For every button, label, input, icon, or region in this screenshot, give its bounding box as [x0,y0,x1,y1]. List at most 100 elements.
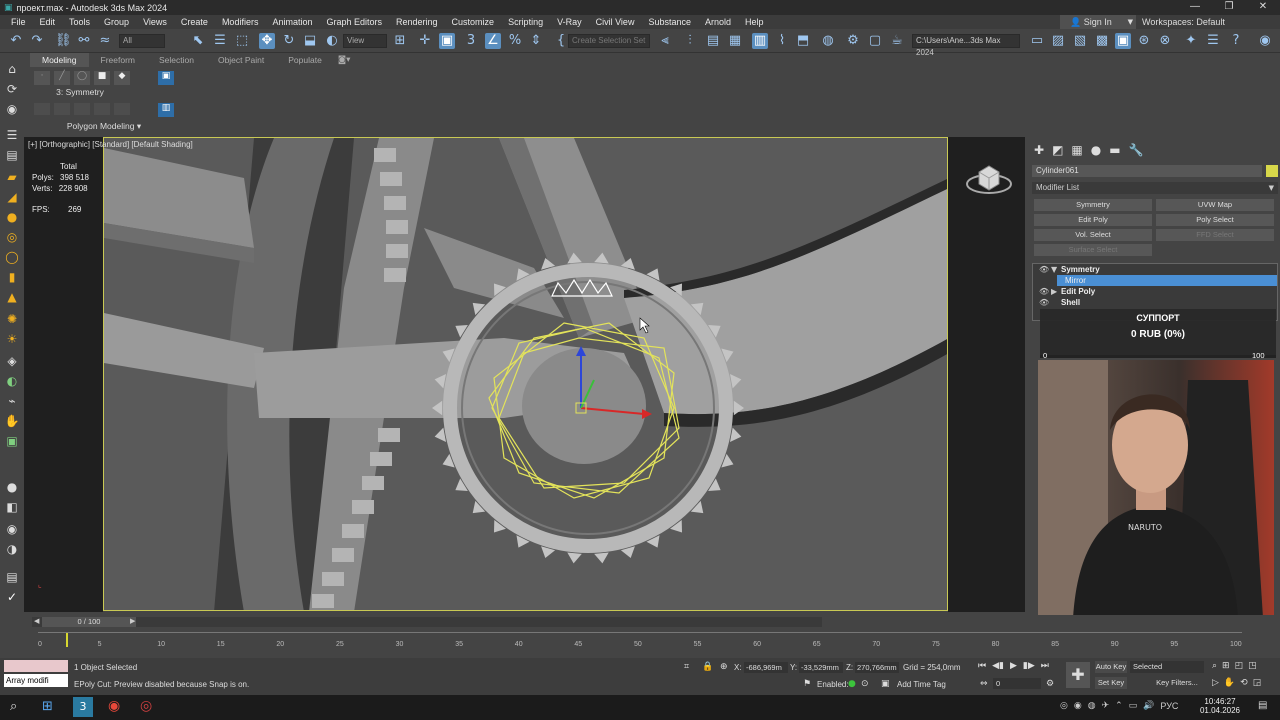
environment-icon[interactable]: ◑ [4,541,20,557]
render-setup-icon[interactable]: ⚙ [845,33,861,49]
ffd-select-button[interactable]: FFD Select [1156,229,1274,241]
helper-icon[interactable]: ✋ [4,413,20,429]
menu-edit[interactable]: Edit [33,17,63,27]
surface-select-button[interactable]: Surface Select [1034,244,1152,256]
border-icon[interactable]: ◯ [74,71,90,85]
select-manipulate-icon[interactable]: ✛ [417,33,433,49]
named-selection-set-dropdown[interactable]: Create Selection Set [568,34,650,48]
spline-icon[interactable]: ⌁ [4,393,20,409]
maxscript-mini-listener[interactable]: Array modifi [4,674,68,687]
maximize-viewport-icon[interactable]: ◲ [1253,678,1262,688]
stack-item-shell[interactable]: 👁 Shell [1033,297,1277,308]
object-color-swatch[interactable] [1266,165,1278,177]
ribbon-active-icon[interactable]: ▣ [158,71,174,85]
vol-select-button[interactable]: Vol. Select [1034,229,1152,241]
orbit-nav-icon[interactable]: ⟲ [1240,678,1248,688]
undo-icon[interactable]: ↶ [8,33,24,49]
create-tab-icon[interactable]: ✚ [1034,143,1044,157]
vray-render-icon[interactable]: ⊗ [1157,33,1173,49]
arnold-render-icon[interactable]: ✦ [1183,33,1199,49]
vray-logo-icon[interactable]: ✓ [4,589,20,605]
tab-selection[interactable]: Selection [147,53,206,67]
layer-explorer-icon[interactable]: ▦ [727,33,743,49]
sphere-icon[interactable]: ● [4,209,20,225]
reference-coord-dropdown[interactable]: View [343,34,387,48]
time-configuration-icon[interactable]: ⚙ [1046,679,1054,689]
paint-icon[interactable]: ◈ [4,353,20,369]
tray-app-icon[interactable]: ◎ [1060,701,1068,711]
selection-lock-icon[interactable]: ⊙ [861,679,869,689]
pivot-center-icon[interactable]: ⊞ [392,33,408,49]
time-tag-icon[interactable]: ⚑ [803,679,811,689]
scene-explorer-icon[interactable]: ▤ [705,33,721,49]
material-editor-icon[interactable]: ◍ [820,33,836,49]
menu-arnold[interactable]: Arnold [698,17,738,27]
menu-modifiers[interactable]: Modifiers [215,17,266,27]
vray-frame-icon[interactable]: ▩ [1094,33,1110,49]
shape-icon[interactable]: ◐ [4,373,20,389]
light-icon[interactable]: ✺ [4,311,20,327]
material-sphere-icon[interactable]: ● [4,479,20,495]
pan-icon[interactable]: ✋ [1224,678,1235,688]
move-icon[interactable]: ✥ [259,33,275,49]
z-coordinate-field[interactable]: 270,766mm [855,662,899,673]
next-modifier-icon[interactable] [74,103,90,115]
menu-substance[interactable]: Substance [641,17,698,27]
hierarchy-tab-icon[interactable]: ▦ [1071,143,1082,157]
layers-icon[interactable]: ☰ [4,127,20,143]
unlink-icon[interactable]: ⚯ [76,33,92,49]
render-production-icon[interactable]: ☕ [889,33,905,49]
redo-icon[interactable]: ↷ [29,33,45,49]
align-icon[interactable]: ⫶ [682,33,698,49]
key-filters-button[interactable]: Key Filters... [1150,677,1204,689]
expand-icon[interactable]: ▶ [1051,286,1057,297]
zoom-all-icon[interactable]: ⊞ [1222,661,1230,671]
viewport-label[interactable]: [+] [Orthographic] [Standard] [Default S… [28,140,193,149]
menu-vray[interactable]: V-Ray [550,17,589,27]
network-icon[interactable]: ▭ [1129,701,1138,711]
adaptive-degradation-icon[interactable]: ● [848,679,856,689]
absolute-mode-icon[interactable]: ⊕ [720,662,728,672]
tray-telegram-icon[interactable]: ✈ [1102,701,1110,711]
rect-selection-icon[interactable]: ⬚ [234,33,250,49]
tab-populate[interactable]: Populate [276,53,334,67]
utilities-icon[interactable]: ▤ [4,569,20,585]
help-icon[interactable]: ? [1228,33,1244,49]
language-indicator[interactable]: РУС [1160,701,1178,711]
edit-named-selection-icon[interactable]: { [553,33,569,49]
ribbon-toggle-icon[interactable]: ▥ [752,33,768,49]
tab-freeform[interactable]: Freeform [89,53,147,67]
current-frame-field[interactable]: 0 [993,678,1041,689]
schematic-view-icon[interactable]: ⬒ [795,33,811,49]
show-end-result-icon[interactable] [94,103,110,115]
snaps-toggle-icon[interactable]: 3 [463,33,479,49]
go-to-start-icon[interactable]: ⏮ [978,661,986,671]
slider-prev-icon[interactable]: ◀ [34,617,39,625]
y-coordinate-field[interactable]: -33,529mm [799,662,843,673]
expand-icon[interactable]: ▼ [1051,264,1057,275]
viewcube[interactable] [965,160,1013,200]
box-icon[interactable]: ▰ [4,169,20,185]
orbit-icon[interactable]: ⟳ [4,81,20,97]
plane-icon[interactable]: ◢ [4,189,20,205]
ribbon-options-icon[interactable]: ◙▾ [334,53,355,67]
menu-customize[interactable]: Customize [445,17,502,27]
field-of-view-icon[interactable]: ▷ [1212,678,1219,688]
set-key-button[interactable]: Set Key [1095,677,1127,689]
list-icon[interactable]: ▤ [4,147,20,163]
material-icon[interactable]: ◧ [4,499,20,515]
search-icon[interactable]: ⌕ [10,699,17,714]
polygon-modeling-dropdown[interactable]: Polygon Modeling ▾ [30,121,178,132]
placement-icon[interactable]: ◐ [324,33,340,49]
tab-object-paint[interactable]: Object Paint [206,53,276,67]
tray-chevron-icon[interactable]: ⌃ [1115,701,1123,711]
menu-create[interactable]: Create [174,17,215,27]
torus-icon[interactable]: ◯ [4,249,20,265]
modify-tab-icon[interactable]: ◩ [1052,143,1063,157]
camera-icon[interactable]: ◉ [4,101,20,117]
element-icon[interactable]: ◆ [114,71,130,85]
chrome-taskbar-icon[interactable]: ◉ [108,698,120,714]
spinner-snap-icon[interactable]: ⇕ [528,33,544,49]
motion-tab-icon[interactable]: ● [1091,143,1101,157]
keyboard-shortcut-override-icon[interactable]: ▣ [439,33,455,49]
